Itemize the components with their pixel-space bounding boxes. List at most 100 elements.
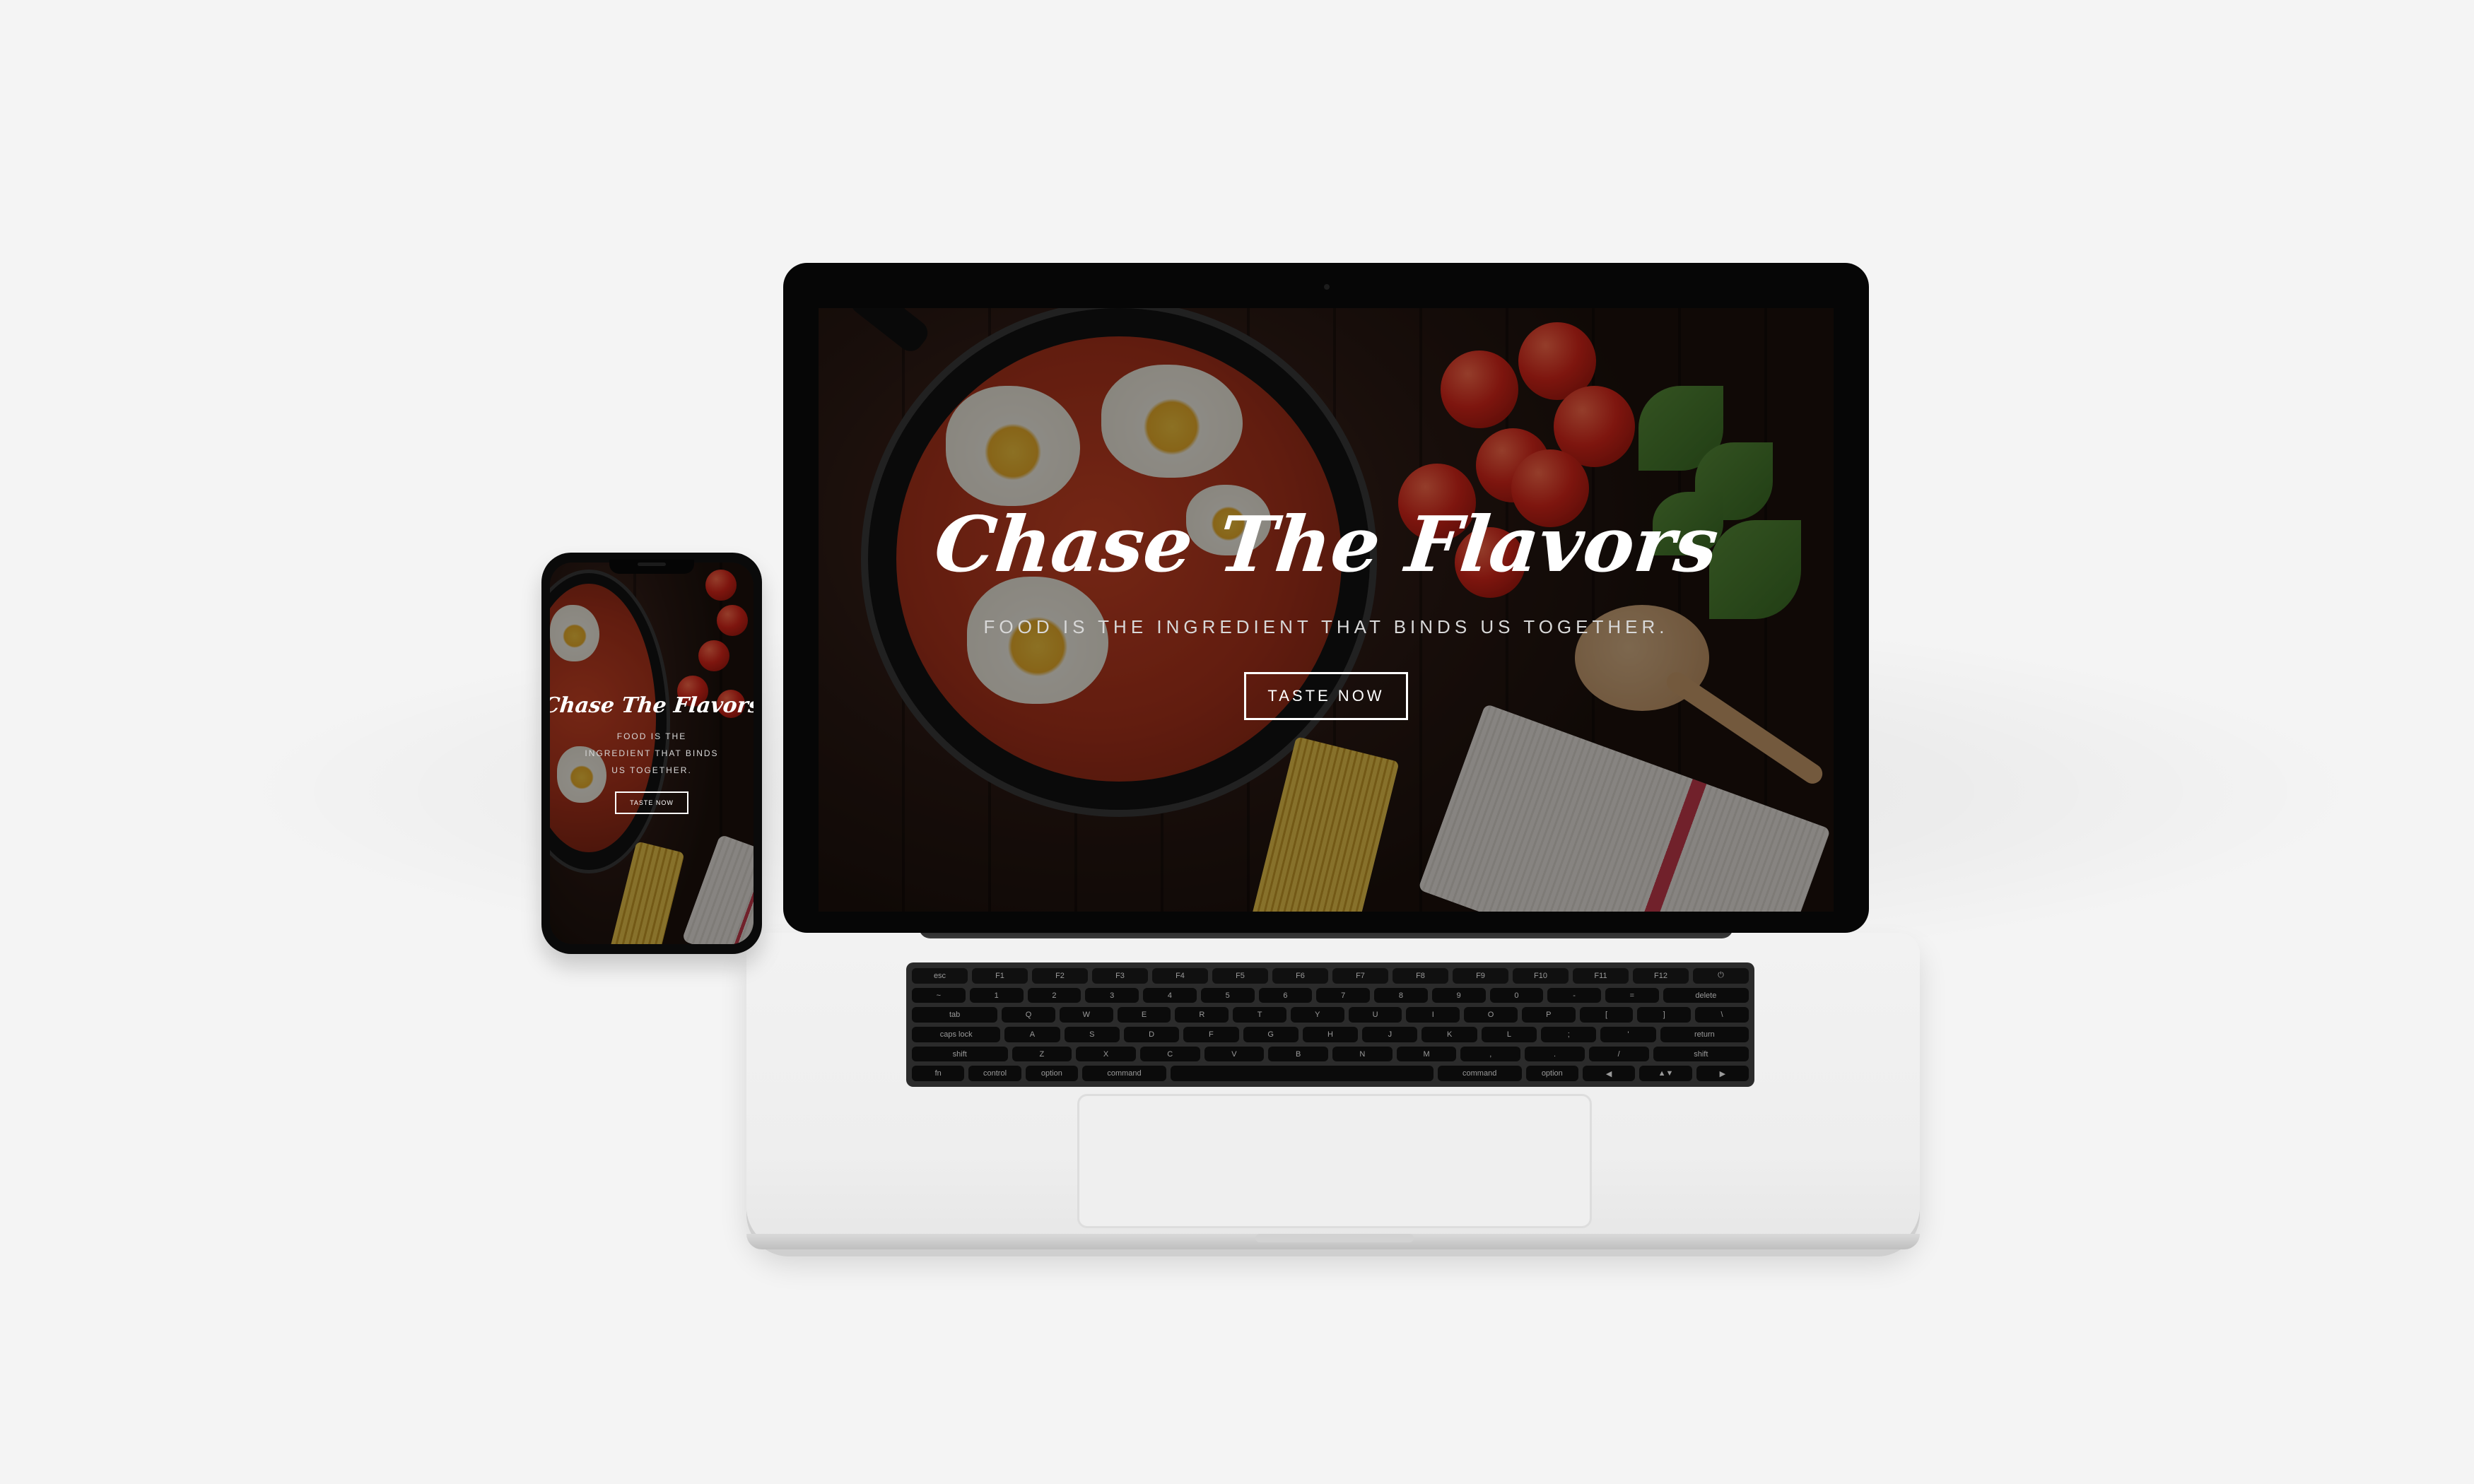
phone-device: Chase The Flavors Food is the ingredient… [541, 553, 762, 954]
keyboard-row: ~1 2 3 4 5 6 7 8 9 0- = delete [912, 987, 1749, 1003]
keyboard-key[interactable]: command [1437, 1066, 1522, 1082]
keyboard-key[interactable]: M [1396, 1046, 1457, 1062]
keyboard-key[interactable]: = [1605, 987, 1659, 1003]
keyboard-row: fn control option command command option ◀ ▲▼ ▶ [912, 1066, 1749, 1082]
keyboard-key[interactable]: ; [1541, 1027, 1597, 1042]
keyboard-key[interactable]: 2 [1027, 987, 1081, 1003]
keyboard-key[interactable]: F11 [1573, 968, 1629, 984]
keyboard-row: esc F1 F2 F3 F4 F5 F6 F7 F8 F9 F10 F11 F12 ⏻ [912, 968, 1749, 984]
phone-hero-section: Chase The Flavors Food is the ingredient… [550, 563, 754, 944]
keyboard-key[interactable]: 8 [1374, 987, 1428, 1003]
keyboard-key[interactable]: C [1139, 1046, 1200, 1062]
keyboard-key[interactable]: . [1525, 1046, 1585, 1062]
keyboard-key[interactable]: ] [1637, 1007, 1692, 1023]
keyboard-key[interactable]: R [1175, 1007, 1229, 1023]
keyboard-key[interactable]: F1 [972, 968, 1028, 984]
keyboard-key[interactable]: J [1362, 1027, 1418, 1042]
keyboard-key[interactable]: O [1464, 1007, 1518, 1023]
keyboard-key[interactable]: / [1588, 1046, 1649, 1062]
keyboard-key[interactable]: 5 [1200, 987, 1255, 1003]
laptop-opening-notch [1255, 1234, 1414, 1242]
laptop-hero-section: Chase The Flavors Food is the ingredient… [819, 308, 1834, 912]
keyboard-key[interactable]: F9 [1453, 968, 1508, 984]
keyboard-key[interactable]: ▶ [1696, 1066, 1749, 1082]
keyboard-key[interactable]: [ [1579, 1007, 1634, 1023]
keyboard-key[interactable]: ▲▼ [1639, 1066, 1692, 1082]
keyboard-key[interactable]: W [1059, 1007, 1113, 1023]
hero-title: Chase The Flavors [930, 500, 1723, 589]
keyboard-key[interactable]: control [968, 1066, 1021, 1082]
keyboard-key[interactable]: F8 [1393, 968, 1448, 984]
keyboard-key[interactable]: F12 [1633, 968, 1689, 984]
keyboard-key[interactable]: P [1521, 1007, 1576, 1023]
keyboard-key[interactable]: 6 [1258, 987, 1313, 1003]
keyboard-key[interactable]: option [1025, 1066, 1079, 1082]
keyboard-key[interactable]: D [1123, 1027, 1180, 1042]
keyboard-key[interactable]: F2 [1032, 968, 1088, 984]
keyboard-key[interactable]: shift [912, 1046, 1008, 1062]
keyboard-key[interactable]: Z [1012, 1046, 1072, 1062]
keyboard-key[interactable]: B [1268, 1046, 1329, 1062]
taste-now-button[interactable]: Taste Now [1244, 671, 1408, 720]
keyboard-key[interactable]: Y [1290, 1007, 1344, 1023]
keyboard-key[interactable]: tab [912, 1007, 998, 1023]
keyboard-key[interactable]: 9 [1431, 987, 1486, 1003]
keyboard-key[interactable]: F5 [1212, 968, 1268, 984]
keyboard-key[interactable]: A [1004, 1027, 1060, 1042]
hero-tagline: Food is the ingredient that binds us tog… [983, 616, 1669, 637]
keyboard-key[interactable]: F4 [1152, 968, 1208, 984]
keyboard-key[interactable]: V [1204, 1046, 1265, 1062]
keyboard-key[interactable]: shift [1653, 1046, 1749, 1062]
keyboard-key[interactable] [1170, 1066, 1434, 1082]
keyboard-key[interactable]: F [1183, 1027, 1239, 1042]
keyboard-key[interactable]: L [1481, 1027, 1537, 1042]
phone-notch [609, 560, 694, 574]
keyboard-key[interactable]: F6 [1272, 968, 1328, 984]
keyboard-key[interactable]: 4 [1143, 987, 1197, 1003]
keyboard-key[interactable]: ◀ [1582, 1066, 1636, 1082]
camera-icon [1324, 284, 1330, 290]
keyboard-key[interactable]: 7 [1316, 987, 1370, 1003]
keyboard-key[interactable]: 0 [1489, 987, 1544, 1003]
keyboard-key[interactable]: G [1243, 1027, 1298, 1042]
keyboard-key[interactable]: F7 [1332, 968, 1388, 984]
keyboard-key[interactable]: E [1117, 1007, 1171, 1023]
keyboard: esc F1 F2 F3 F4 F5 F6 F7 F8 F9 F10 F11 F12 ⏻ ~1 2 3 4 5 6 7 8… [906, 962, 1754, 1087]
keyboard-key[interactable]: I [1406, 1007, 1460, 1023]
trackpad[interactable] [1077, 1094, 1592, 1228]
keyboard-key[interactable]: X [1076, 1046, 1136, 1062]
keyboard-key[interactable]: F10 [1513, 968, 1569, 984]
phone-hero-content: Chase The Flavors Food is the ingredient… [550, 563, 754, 944]
keyboard-key[interactable]: 1 [969, 987, 1024, 1003]
keyboard-key[interactable]: \ [1695, 1007, 1749, 1023]
phone-hero-title: Chase The Flavors [550, 693, 754, 718]
keyboard-key[interactable]: delete [1663, 987, 1749, 1003]
keyboard-key[interactable]: Q [1002, 1007, 1055, 1023]
keyboard-key[interactable]: U [1348, 1007, 1402, 1023]
keyboard-key[interactable]: return [1660, 1027, 1749, 1042]
keyboard-key[interactable]: K [1421, 1027, 1477, 1042]
keyboard-key[interactable]: ~ [912, 987, 966, 1003]
keyboard-row: shift Z X C V B N M,. / shift [912, 1046, 1749, 1062]
keyboard-key[interactable]: command [1082, 1066, 1166, 1082]
keyboard-key[interactable]: ⏻ [1693, 968, 1749, 984]
phone-speaker [638, 563, 666, 566]
keyboard-key[interactable]: H [1302, 1027, 1359, 1042]
keyboard-key[interactable]: F3 [1092, 968, 1148, 984]
keyboard-key[interactable]: T [1233, 1007, 1286, 1023]
laptop-base: esc F1 F2 F3 F4 F5 F6 F7 F8 F9 F10 F11 F12 ⏻ ~1 2 3 4 5 6 7 8… [746, 933, 1920, 1249]
keyboard-key[interactable]: option [1525, 1066, 1578, 1082]
keyboard-key[interactable]: S [1064, 1027, 1120, 1042]
keyboard-key[interactable]: esc [912, 968, 968, 984]
keyboard-key[interactable]: , [1460, 1046, 1521, 1062]
keyboard-key[interactable]: ' [1600, 1027, 1656, 1042]
laptop-lid: Chase The Flavors Food is the ingredient… [783, 263, 1869, 933]
keyboard-key[interactable]: 3 [1085, 987, 1139, 1003]
device-mockup-stage: esc F1 F2 F3 F4 F5 F6 F7 F8 F9 F10 F11 F12 ⏻ ~1 2 3 4 5 6 7 8… [0, 0, 2474, 1484]
keyboard-key[interactable]: - [1547, 987, 1601, 1003]
keyboard-row: caps lock A S D F G H J K L; ' return [912, 1027, 1749, 1042]
keyboard-key[interactable]: N [1332, 1046, 1393, 1062]
keyboard-key[interactable]: fn [912, 1066, 965, 1082]
keyboard-key[interactable]: caps lock [912, 1027, 1001, 1042]
phone-taste-now-button[interactable]: Taste Now [615, 791, 688, 814]
